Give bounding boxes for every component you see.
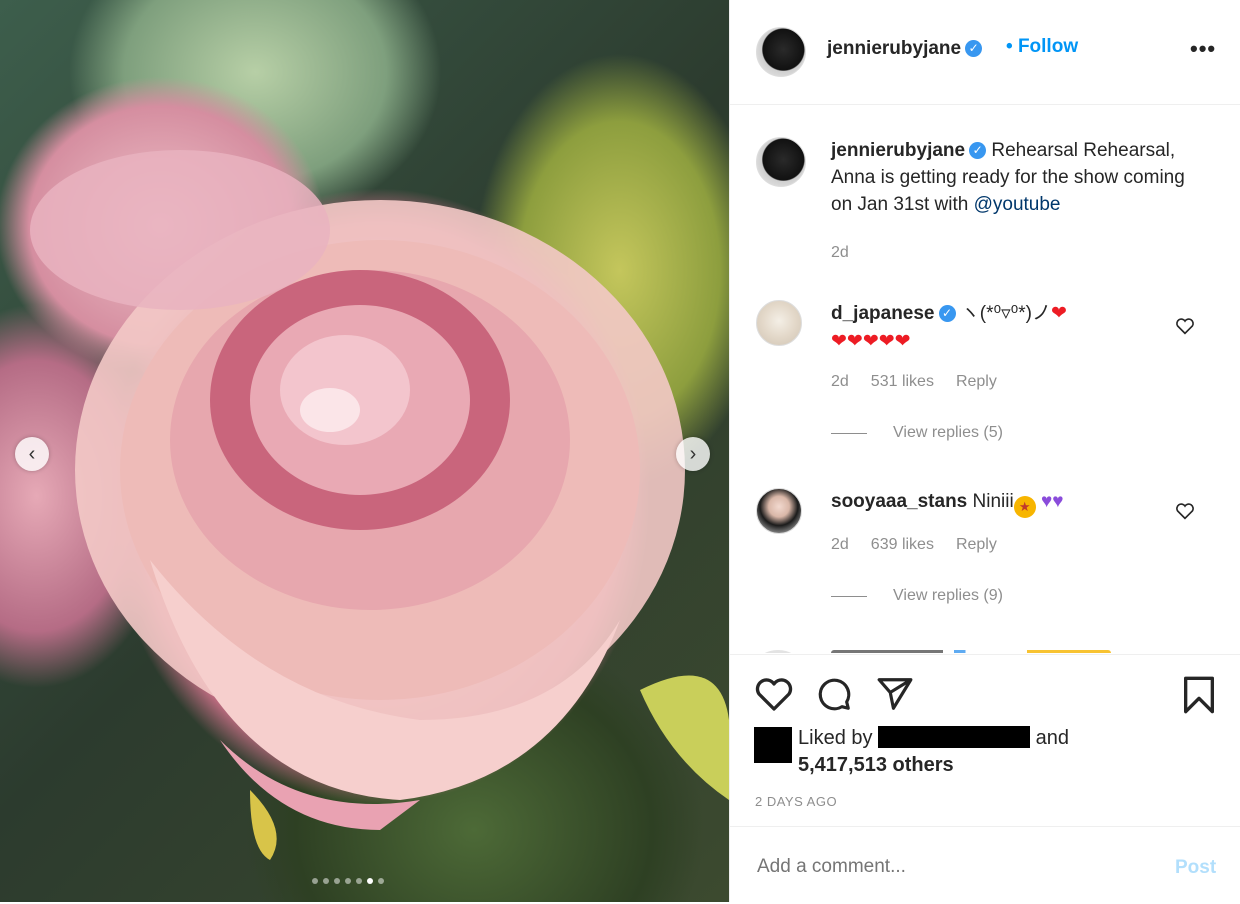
like-comment-heart-icon[interactable] [1175, 317, 1195, 335]
comment-likes[interactable]: 639 likes [871, 536, 934, 553]
comments-list[interactable]: jennierubyjane ✓ Rehearsal Rehearsal, Ann… [730, 105, 1240, 653]
comment-time: 2d [831, 373, 849, 390]
heart-emoji-icon: ❤ [1051, 303, 1067, 324]
share-paper-plane-icon[interactable] [876, 675, 914, 713]
carousel-prev-button[interactable]: ‹ [15, 437, 49, 471]
partially-hidden-comment [756, 642, 1226, 653]
comment-reply-button[interactable]: Reply [956, 536, 997, 553]
avatar[interactable] [756, 27, 806, 77]
star-eyes-emoji-icon: ★ [1013, 496, 1036, 518]
comment-text: sooyaaa_stans Niniii ★ ♥♥ [831, 488, 1161, 518]
comment-time: 2d [831, 536, 849, 553]
comment-icon[interactable] [815, 675, 853, 713]
liker-avatar-redacted [754, 727, 792, 763]
author-username[interactable]: jennierubyjane [827, 38, 961, 59]
comment-meta: 2d 639 likes Reply [831, 536, 1019, 554]
avatar[interactable] [756, 488, 802, 534]
follow-button[interactable]: • Follow [1006, 36, 1078, 58]
likes-count-link[interactable]: 5,417,513 others [798, 754, 954, 776]
liked-by-prefix: Liked by [798, 727, 873, 749]
comment-likes[interactable]: 531 likes [871, 373, 934, 390]
caption-mention-link[interactable]: @youtube [974, 194, 1061, 215]
carousel-dot [323, 878, 329, 884]
add-comment-input[interactable] [755, 855, 1139, 879]
avatar[interactable] [756, 300, 802, 346]
view-replies-button[interactable]: View replies (5) [831, 424, 1003, 442]
carousel-dot [312, 878, 318, 884]
like-comment-heart-icon[interactable] [1175, 502, 1195, 520]
author-name-wrap: jennierubyjane ✓ [827, 38, 983, 60]
post-media[interactable]: ‹ › [0, 0, 729, 902]
view-replies-label: View replies (9) [893, 587, 1003, 604]
peony-illustration [30, 150, 729, 860]
verified-badge-icon: ✓ [938, 305, 956, 323]
verified-badge-icon: ✓ [969, 142, 987, 160]
post-actions: Liked by and 5,417,513 others 2 DAYS AGO… [730, 654, 1240, 903]
more-options-icon[interactable]: ••• [1190, 36, 1216, 62]
post-time-ago: 2 DAYS AGO [755, 794, 838, 809]
caption-text: jennierubyjane ✓ Rehearsal Rehearsal, Ann… [831, 137, 1211, 218]
divider [831, 432, 867, 434]
bookmark-icon[interactable] [1181, 675, 1217, 715]
comment-username[interactable]: d_japanese [831, 303, 935, 324]
comment-text: d_japanese ✓ ヽ(*⁰▿⁰*)ノ❤ ❤❤❤❤❤ [831, 300, 1161, 356]
carousel-dot [345, 878, 351, 884]
carousel-dot [356, 878, 362, 884]
comment-body: Niniii [967, 491, 1014, 512]
verified-badge-icon: ✓ [965, 40, 983, 58]
like-heart-icon[interactable] [754, 675, 794, 713]
post-comment-button[interactable]: Post [1175, 857, 1216, 879]
view-replies-button[interactable]: View replies (9) [831, 587, 1003, 605]
avatar[interactable] [756, 137, 806, 187]
comment-reply-button[interactable]: Reply [956, 373, 997, 390]
carousel-indicator [312, 878, 384, 884]
comment-username[interactable]: sooyaaa_stans [831, 491, 967, 512]
carousel-dot [378, 878, 384, 884]
follow-label: Follow [1017, 36, 1079, 57]
caption-username[interactable]: jennierubyjane [831, 140, 965, 161]
liked-by-suffix: and [1035, 727, 1069, 749]
divider [831, 595, 867, 597]
carousel-dot [334, 878, 340, 884]
carousel-dot [367, 878, 373, 884]
liked-by-line: Liked by and 5,417,513 others [798, 725, 1069, 779]
carousel-next-button[interactable]: › [676, 437, 710, 471]
comment-meta: 2d 531 likes Reply [831, 373, 1019, 391]
purple-heart-emoji-icon: ♥♥ [1040, 491, 1064, 512]
caption-time: 2d [831, 244, 849, 261]
comment-body: ヽ(*⁰▿⁰*)ノ [955, 303, 1051, 324]
hearts-line: ❤❤❤❤❤ [831, 331, 911, 352]
redacted-username [878, 726, 1031, 748]
post-header: jennierubyjane ✓ • Follow ••• [730, 0, 1240, 105]
add-comment-bar: Post [730, 826, 1240, 904]
view-replies-label: View replies (5) [893, 424, 1003, 441]
post-side-panel: jennierubyjane ✓ • Follow ••• jennierubyj… [729, 0, 1240, 902]
